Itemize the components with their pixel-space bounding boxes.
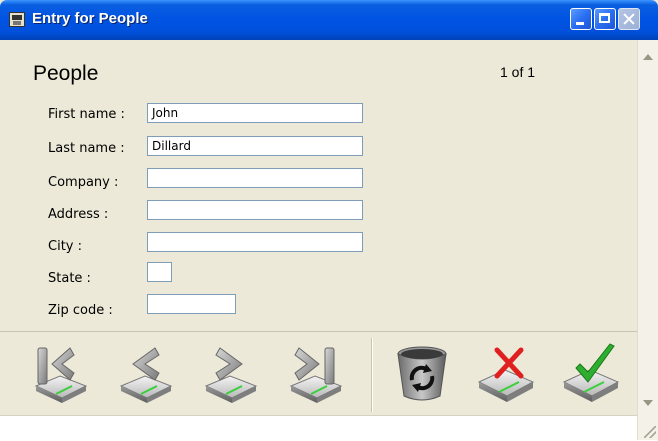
window: Entry for People People 1 of 1 First nam… [0,0,658,441]
previous-record-icon [119,347,173,403]
first-name-label: First name : [48,107,125,122]
vertical-scrollbar[interactable] [637,40,658,440]
last-name-label: Last name : [48,141,125,156]
next-record-button[interactable] [200,342,260,404]
scroll-up-icon[interactable] [641,50,655,65]
last-record-button[interactable] [285,342,345,404]
save-check-icon [562,343,620,402]
state-label: State : [48,271,91,286]
scroll-down-icon[interactable] [641,395,655,410]
first-name-field[interactable]: John [147,103,363,123]
first-record-icon [34,347,88,403]
first-record-button[interactable] [30,342,90,404]
delete-recycle-icon [397,346,447,401]
app-icon [9,12,25,27]
title-bar[interactable]: Entry for People [0,0,658,40]
navigation-toolbar [0,331,637,416]
toolbar-separator [371,338,373,412]
form-panel: People 1 of 1 First name : John Last nam… [0,40,637,330]
address-label: Address : [48,207,109,222]
zip-code-label: Zip code : [48,303,113,318]
maximize-button[interactable] [594,8,616,30]
state-field[interactable] [147,262,172,282]
form-heading: People [33,62,99,85]
company-label: Company : [48,175,119,190]
zip-code-field[interactable] [147,294,236,314]
city-field[interactable] [147,232,363,252]
delete-record-button[interactable] [392,342,452,404]
next-record-icon [204,347,258,403]
company-field[interactable] [147,168,363,188]
record-position: 1 of 1 [500,64,536,80]
cancel-x-icon [477,347,535,402]
cancel-button[interactable] [475,342,535,404]
minimize-button[interactable] [570,8,592,30]
city-label: City : [48,239,82,254]
window-title: Entry for People [32,10,148,27]
close-button[interactable] [618,8,640,30]
last-name-field[interactable]: Dillard [147,136,363,156]
address-field[interactable] [147,200,363,220]
last-record-icon [289,347,343,403]
resize-grip-icon[interactable] [644,426,656,438]
status-bar [0,415,637,441]
previous-record-button[interactable] [115,342,175,404]
save-button[interactable] [560,342,620,404]
